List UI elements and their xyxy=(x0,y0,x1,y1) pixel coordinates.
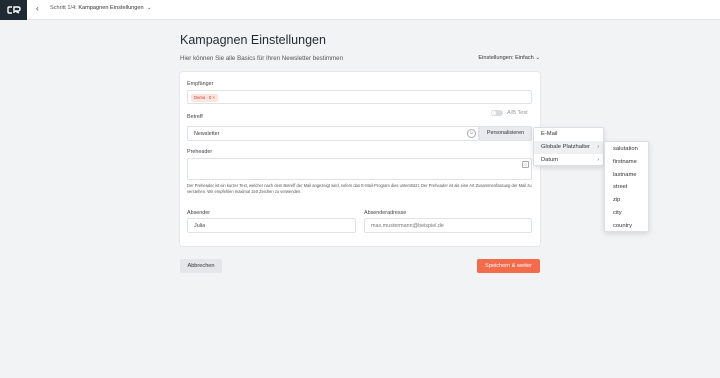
personalize-button[interactable]: Personalisieren xyxy=(479,126,532,141)
subject-value: Newsletter xyxy=(194,131,220,137)
settings-mode-label: Einstellungen: Einfach xyxy=(478,55,534,61)
menu-item-email[interactable]: E-Mail xyxy=(534,128,603,141)
sender-value: Julia xyxy=(194,223,206,229)
breadcrumb-step: Schritt 1/4: xyxy=(50,5,77,11)
preheader-label: Preheader xyxy=(187,149,213,155)
submenu-item-firstname[interactable]: firstname xyxy=(605,156,648,169)
page-title: Kampagnen Einstellungen xyxy=(180,33,326,47)
menu-item-label: E-Mail xyxy=(541,131,558,137)
emoji-icon[interactable]: ☺ xyxy=(467,129,476,138)
subject-label: Betreff xyxy=(187,114,203,120)
sender-label: Absender xyxy=(187,210,211,216)
sender-input[interactable]: Julia xyxy=(187,218,356,233)
menu-item-date[interactable]: Datum › xyxy=(534,154,603,167)
ab-test-label: A/B Test xyxy=(507,110,528,116)
sender-address-value: max.mustermann@beispiel.de xyxy=(371,223,444,229)
top-bar: ‹ Schritt 1/4: Kampagnen Einstellungen ⌄ xyxy=(0,0,720,20)
save-continue-button[interactable]: Speichern & weiter xyxy=(477,259,540,273)
subject-input[interactable]: Newsletter xyxy=(187,126,479,141)
submenu-item-country[interactable]: country xyxy=(605,220,648,233)
breadcrumb: Schritt 1/4: Kampagnen Einstellungen ⌄ xyxy=(50,5,151,11)
back-chevron-icon[interactable]: ‹ xyxy=(36,4,39,13)
recipients-field[interactable]: Demo · 0 × xyxy=(187,90,532,104)
cancel-button[interactable]: Abbrechen xyxy=(180,259,222,273)
breadcrumb-title: Kampagnen Einstellungen xyxy=(78,5,144,11)
chevron-down-icon: ⌄ xyxy=(535,55,540,61)
menu-item-label: Datum xyxy=(541,157,559,163)
ab-test-toggle[interactable] xyxy=(491,110,503,116)
emoji-icon[interactable]: ☺ xyxy=(522,161,529,168)
page-subtitle: Hier können Sie alle Basics für Ihren Ne… xyxy=(180,55,344,62)
submenu-item-street[interactable]: street xyxy=(605,181,648,194)
placeholder-submenu: salutation firstname lastname street zip… xyxy=(604,141,649,232)
sender-address-label: Absenderadresse xyxy=(364,210,407,216)
menu-item-global-placeholders[interactable]: Globale Platzhalter › xyxy=(534,141,603,154)
submenu-item-salutation[interactable]: salutation xyxy=(605,143,648,156)
submenu-item-city[interactable]: city xyxy=(605,207,648,220)
campaign-settings-card: Empfänger Demo · 0 × Betreff A/B Test Ne… xyxy=(180,72,540,246)
personalize-menu: E-Mail Globale Platzhalter › Datum › xyxy=(533,127,604,166)
logo-mark-icon xyxy=(6,6,21,14)
preheader-help-text: Der Preheader ist ein kurzer Text, welch… xyxy=(187,183,532,195)
preheader-textarea[interactable] xyxy=(187,158,532,180)
menu-item-label: Globale Platzhalter xyxy=(541,144,590,150)
ab-test-toggle-group: A/B Test xyxy=(491,110,528,116)
chevron-down-icon[interactable]: ⌄ xyxy=(147,5,151,11)
chevron-right-icon: › xyxy=(597,157,599,163)
recipient-chip[interactable]: Demo · 0 × xyxy=(191,93,218,102)
submenu-item-zip[interactable]: zip xyxy=(605,194,648,207)
app-logo[interactable] xyxy=(0,0,27,20)
submenu-item-lastname[interactable]: lastname xyxy=(605,169,648,182)
settings-mode-dropdown[interactable]: Einstellungen: Einfach ⌄ xyxy=(478,55,540,61)
recipients-label: Empfänger xyxy=(187,81,214,87)
chevron-right-icon: › xyxy=(597,144,599,150)
sender-address-input[interactable]: max.mustermann@beispiel.de xyxy=(364,218,532,233)
